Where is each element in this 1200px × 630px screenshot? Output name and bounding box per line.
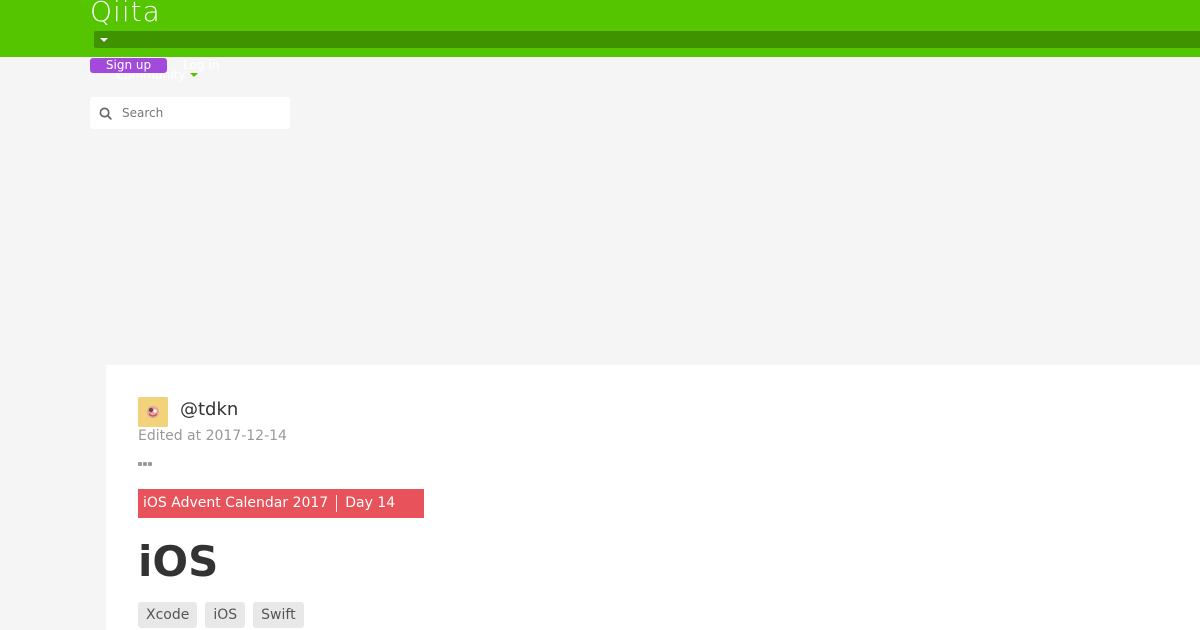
tag-list: Xcode iOS Swift bbox=[138, 602, 304, 628]
article-title: iOS bbox=[138, 537, 219, 586]
edited-date: Edited at 2017-12-14 bbox=[138, 428, 287, 444]
advent-calendar-day: Day 14 bbox=[345, 495, 396, 511]
search-input[interactable] bbox=[122, 97, 282, 129]
search-box[interactable] bbox=[90, 97, 290, 129]
more-options-icon[interactable] bbox=[138, 451, 154, 466]
community-caret-icon bbox=[190, 73, 198, 77]
tag-swift[interactable]: Swift bbox=[253, 602, 304, 628]
advent-calendar-name: iOS Advent Calendar 2017 bbox=[143, 495, 329, 511]
search-icon bbox=[99, 107, 112, 120]
tag-ios[interactable]: iOS bbox=[205, 602, 246, 628]
caret-down-icon bbox=[100, 38, 108, 42]
advent-calendar-badge[interactable]: iOS Advent Calendar 2017 Day 14 bbox=[138, 489, 424, 518]
global-header: Qiita bbox=[0, 0, 1200, 57]
qiita-logo[interactable]: Qiita bbox=[90, 0, 161, 28]
author-username[interactable]: @tdkn bbox=[180, 399, 238, 421]
badge-divider bbox=[336, 494, 338, 512]
avatar[interactable] bbox=[138, 397, 168, 427]
login-link[interactable]: Log in bbox=[183, 58, 219, 73]
community-dropdown-bar[interactable] bbox=[94, 31, 1200, 48]
avatar-face-icon bbox=[138, 397, 168, 427]
article-card: @tdkn Edited at 2017-12-14 iOS Advent Ca… bbox=[106, 365, 1200, 630]
signup-button[interactable]: Sign up bbox=[90, 58, 167, 73]
tag-xcode[interactable]: Xcode bbox=[138, 602, 198, 628]
